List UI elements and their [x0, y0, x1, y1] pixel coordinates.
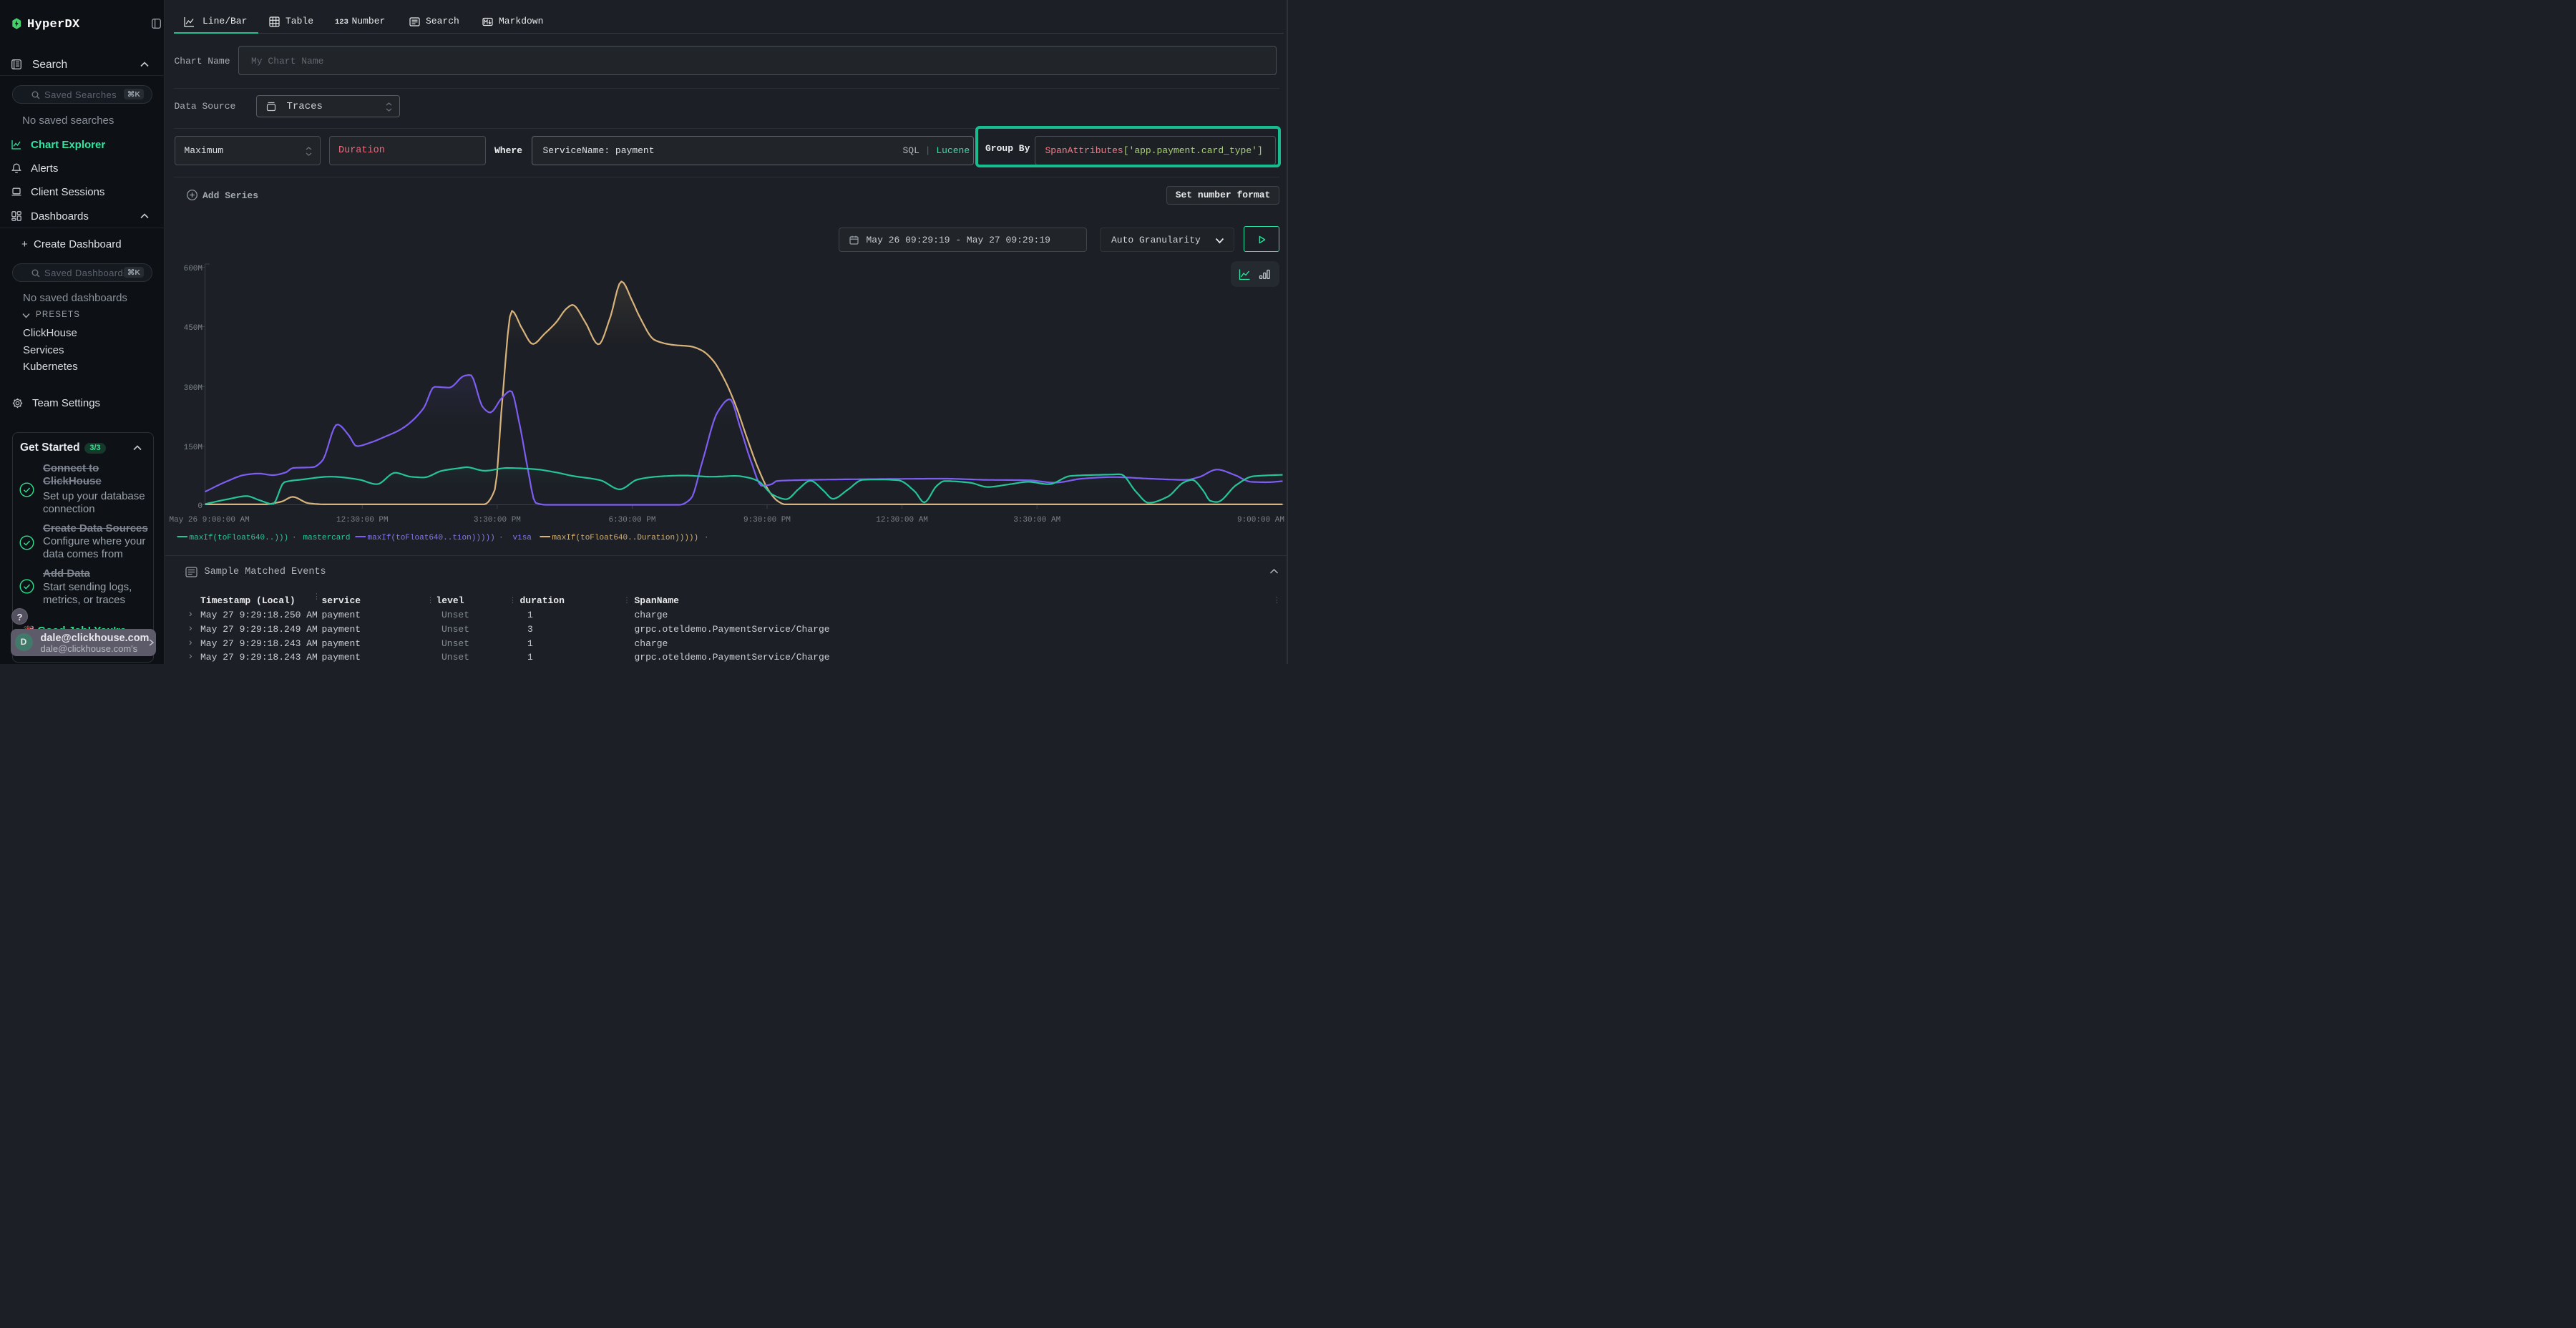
svg-text:300M: 300M	[184, 384, 203, 393]
svg-text:visa: visa	[513, 534, 532, 542]
svg-text:3:30:00 AM: 3:30:00 AM	[1013, 516, 1060, 524]
svg-text:450M: 450M	[184, 324, 203, 333]
svg-text:0: 0	[197, 502, 203, 511]
svg-text:150M: 150M	[184, 444, 203, 452]
svg-text:maxIf(toFloat640..))): maxIf(toFloat640..)))	[190, 534, 289, 542]
svg-text:3:30:00 PM: 3:30:00 PM	[474, 516, 521, 524]
svg-text:May 26 9:00:00 AM: May 26 9:00:00 AM	[170, 516, 250, 524]
svg-text:·: ·	[499, 534, 504, 542]
svg-text:·: ·	[704, 534, 709, 542]
svg-text:maxIf(toFloat640..Duration)))): maxIf(toFloat640..Duration)))))	[552, 534, 699, 542]
svg-text:9:30:00 PM: 9:30:00 PM	[743, 516, 791, 524]
svg-text:12:30:00 AM: 12:30:00 AM	[876, 516, 928, 524]
svg-text:600M: 600M	[184, 265, 203, 273]
svg-text:6:30:00 PM: 6:30:00 PM	[608, 516, 655, 524]
svg-text:·: ·	[292, 534, 297, 542]
svg-text:12:30:00 PM: 12:30:00 PM	[336, 516, 389, 524]
svg-text:mastercard: mastercard	[303, 534, 351, 542]
svg-text:9:00:00 AM: 9:00:00 AM	[1237, 516, 1284, 524]
svg-text:maxIf(toFloat640..tion))))): maxIf(toFloat640..tion)))))	[368, 534, 495, 542]
